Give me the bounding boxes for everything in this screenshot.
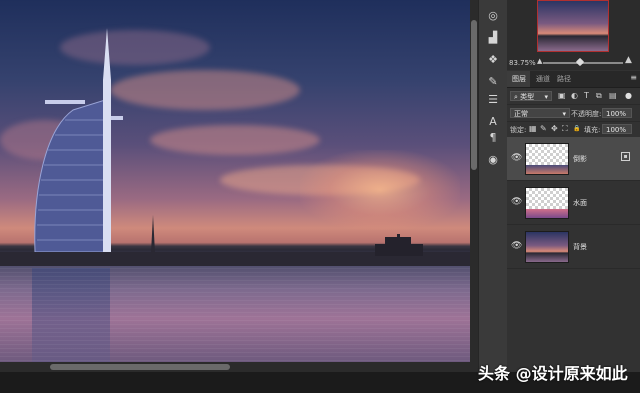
- layer-row[interactable]: 👁 倒影 ▪: [507, 137, 640, 181]
- smart-object-icon: ▪: [621, 152, 630, 161]
- layer-name[interactable]: 背景: [573, 242, 587, 252]
- layer-name[interactable]: 水面: [573, 198, 587, 208]
- pixel-filter-icon[interactable]: ▣: [558, 91, 566, 100]
- layer-row[interactable]: 👁 水面: [507, 181, 640, 225]
- eye-icon[interactable]: 👁: [511, 241, 522, 251]
- watermark-text: 头条 @设计原来如此: [478, 364, 628, 383]
- opacity-value: 100%: [606, 110, 627, 118]
- layers-panel-group: 83.75% ▲ ▲ 图层 通道 路径 ≡ ⌕ 类型 ▾ ▣ ◐ T ⧉ ▤ ●…: [507, 0, 640, 372]
- histogram-icon[interactable]: ▟: [483, 28, 503, 46]
- panel-menu-icon[interactable]: ≡: [630, 73, 637, 82]
- opacity-label: 不透明度:: [571, 110, 602, 118]
- lock-image-icon[interactable]: ✎: [540, 124, 547, 133]
- tab-layers[interactable]: 图层: [512, 74, 526, 84]
- navigator-panel: 83.75% ▲ ▲: [507, 0, 640, 70]
- navigator-icon[interactable]: ◎: [483, 6, 503, 24]
- vertical-scrollbar[interactable]: [470, 0, 478, 362]
- layer-filter-row: ⌕ 类型 ▾ ▣ ◐ T ⧉ ▤ ●: [507, 88, 640, 105]
- lock-row: 锁定: ▦ ✎ ✥ ⛶ 🔒 填充: 100%: [507, 121, 640, 138]
- sun-glow: [300, 150, 460, 230]
- filter-toggle-icon[interactable]: ●: [625, 91, 632, 100]
- chevron-down-icon: ▾: [544, 93, 548, 101]
- layer-thumbnail: [525, 143, 569, 175]
- lock-position-icon[interactable]: ✥: [551, 124, 558, 133]
- chevron-down-icon: ▾: [562, 110, 566, 118]
- cloud: [150, 125, 320, 155]
- brush-settings-icon[interactable]: ✎: [483, 72, 503, 90]
- fill-field[interactable]: 100%: [602, 124, 632, 134]
- libraries-icon[interactable]: ◉: [483, 150, 503, 168]
- blend-mode-select[interactable]: 正常 ▾: [510, 108, 570, 118]
- fill-value: 100%: [606, 126, 627, 134]
- layer-name[interactable]: 倒影: [573, 154, 587, 164]
- blend-mode-row: 正常 ▾ 不透明度: 100%: [507, 105, 640, 122]
- panel-tabs: 图层 通道 路径 ≡: [507, 71, 640, 88]
- zoom-slider-knob[interactable]: [575, 57, 585, 67]
- eye-icon[interactable]: 👁: [511, 153, 522, 163]
- tab-paths[interactable]: 路径: [557, 74, 571, 84]
- scroll-thumb[interactable]: [471, 20, 477, 170]
- burj-al-arab-building: [34, 28, 123, 253]
- mountain-small-icon[interactable]: ▲: [537, 57, 542, 65]
- adjustments-icon[interactable]: ❖: [483, 50, 503, 68]
- document-canvas[interactable]: [0, 0, 470, 362]
- mountain-large-icon[interactable]: ▲: [625, 55, 632, 65]
- water-surface: [0, 268, 470, 362]
- opacity-field[interactable]: 100%: [602, 108, 632, 118]
- cloud: [110, 70, 300, 110]
- filter-kind-label: 类型: [520, 93, 535, 101]
- smart-object-filter-icon[interactable]: ▤: [609, 91, 617, 100]
- properties-icon[interactable]: ☰: [483, 90, 503, 108]
- layer-thumbnail: [525, 231, 569, 263]
- building-silhouette: [375, 234, 423, 256]
- navigator-thumbnail[interactable]: [537, 0, 609, 52]
- zoom-value[interactable]: 83.75%: [509, 59, 536, 67]
- lock-all-icon[interactable]: 🔒: [573, 125, 580, 132]
- shape-filter-icon[interactable]: ⧉: [596, 91, 602, 101]
- layer-row[interactable]: 👁 背景: [507, 225, 640, 269]
- layer-thumbnail: [525, 187, 569, 219]
- horizontal-scrollbar[interactable]: [0, 362, 478, 372]
- adjustment-filter-icon[interactable]: ◐: [571, 91, 578, 100]
- panel-icon-strip: ◎ ▟ ❖ ✎ ☰ A ¶ ◉: [478, 0, 508, 372]
- blend-mode-value: 正常: [514, 110, 528, 118]
- type-filter-icon[interactable]: T: [584, 91, 589, 100]
- paragraph-icon[interactable]: ¶: [483, 128, 503, 146]
- zoom-slider[interactable]: [543, 57, 623, 67]
- search-icon: ⌕: [514, 93, 518, 101]
- lock-label: 锁定:: [510, 126, 527, 134]
- lock-transparent-icon[interactable]: ▦: [529, 124, 537, 133]
- lock-artboard-icon[interactable]: ⛶: [562, 124, 568, 134]
- eye-icon[interactable]: 👁: [511, 197, 522, 207]
- fill-label: 填充:: [584, 126, 601, 134]
- tower-silhouette: [151, 215, 155, 253]
- scroll-thumb[interactable]: [50, 364, 230, 370]
- tab-channels[interactable]: 通道: [536, 74, 550, 84]
- filter-kind-select[interactable]: ⌕ 类型 ▾: [510, 91, 552, 101]
